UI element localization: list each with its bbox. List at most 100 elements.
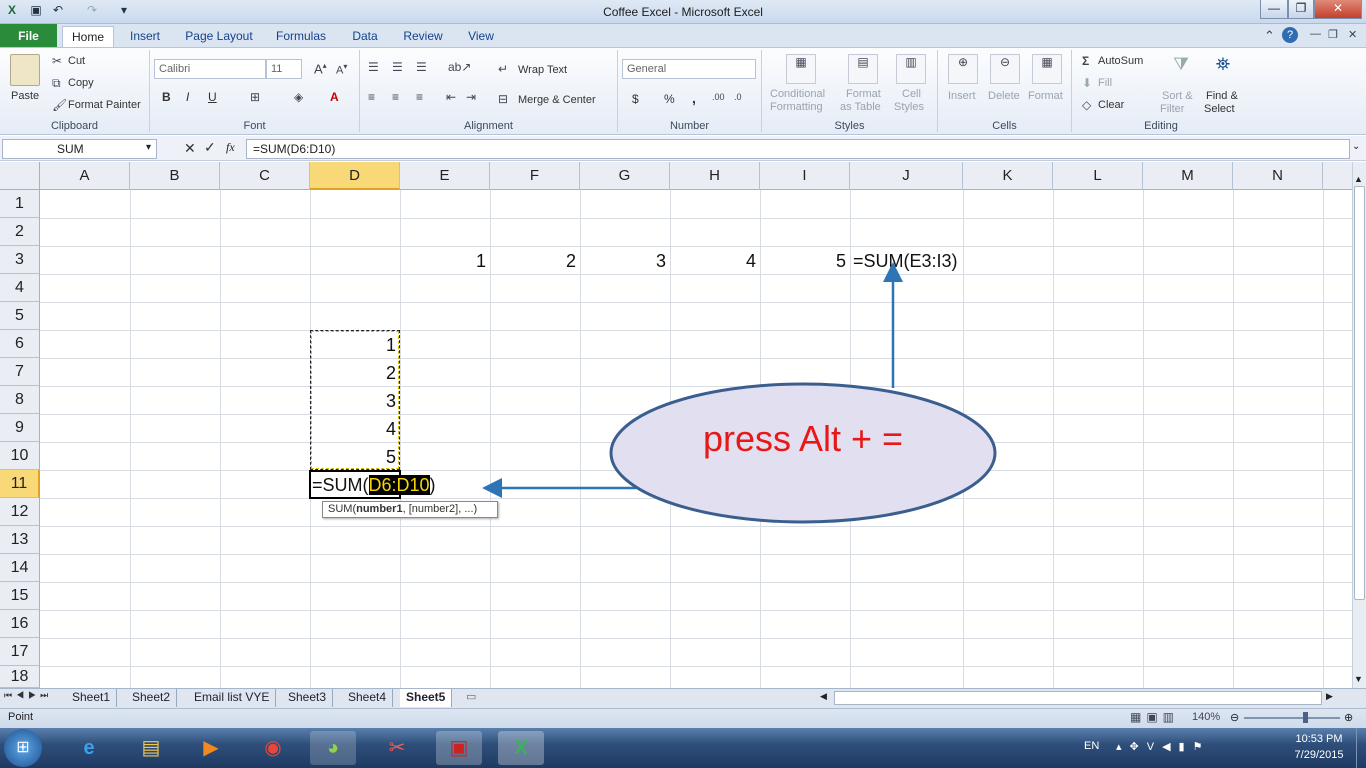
comma-button[interactable]: , — [692, 90, 696, 106]
tab-formulas[interactable]: Formulas — [268, 26, 334, 48]
row-header-active[interactable]: 11 — [0, 470, 40, 498]
wrap-text-button[interactable]: Wrap Text — [518, 64, 567, 76]
fill-color-icon[interactable]: ◈ — [294, 90, 303, 104]
increase-decimal-icon[interactable]: .00 — [712, 92, 725, 102]
row-header[interactable]: 5 — [0, 302, 40, 330]
file-tab[interactable]: File — [0, 24, 57, 48]
sort-filter-button[interactable]: Sort & — [1162, 90, 1193, 102]
row-header[interactable]: 4 — [0, 274, 40, 302]
zoom-slider-thumb[interactable] — [1303, 712, 1308, 723]
app-green-icon[interactable]: ◕ — [310, 731, 356, 765]
delete-cells-button[interactable]: Delete — [988, 90, 1020, 102]
row-header[interactable]: 1 — [0, 190, 40, 218]
tab-data[interactable]: Data — [340, 26, 390, 48]
sheet-tab-5-active[interactable]: Sheet5 — [400, 689, 453, 707]
sheet-nav-arrows-icon[interactable]: ⏮◀▶⏭ — [4, 690, 52, 701]
tray-icons[interactable]: ▴✥V◀︎▮⚑ — [1116, 740, 1210, 753]
column-header-k[interactable]: K — [963, 162, 1053, 190]
cell-j3[interactable]: =SUM(E3:I3) — [853, 247, 958, 275]
column-header-l[interactable]: L — [1053, 162, 1143, 190]
row-header[interactable]: 17 — [0, 638, 40, 666]
close-button[interactable]: ✕ — [1314, 0, 1362, 19]
column-header-e[interactable]: E — [400, 162, 490, 190]
tab-page-layout[interactable]: Page Layout — [178, 26, 260, 48]
row-header[interactable]: 2 — [0, 218, 40, 246]
formula-input[interactable]: =SUM(D6:D10) — [246, 139, 1350, 159]
column-header-d[interactable]: D — [310, 162, 400, 190]
column-header-f[interactable]: F — [490, 162, 580, 190]
cell-d9[interactable]: 4 — [310, 415, 396, 443]
excel-taskbar-icon[interactable]: X — [498, 731, 544, 765]
insert-sheet-icon[interactable]: ▭ — [466, 690, 476, 703]
column-header-a[interactable]: A — [40, 162, 130, 190]
cell-d7[interactable]: 2 — [310, 359, 396, 387]
percent-button[interactable]: % — [664, 92, 675, 106]
row-header[interactable]: 14 — [0, 554, 40, 582]
format-painter-button[interactable]: Format Painter — [68, 99, 141, 111]
decrease-decimal-icon[interactable]: .0 — [734, 92, 742, 102]
file-explorer-icon[interactable]: ▤ — [128, 731, 174, 765]
paste-button[interactable]: Paste — [11, 90, 39, 102]
decrease-indent-icon[interactable]: ⇤ — [446, 90, 456, 104]
row-header[interactable]: 8 — [0, 386, 40, 414]
font-name-combo[interactable]: Calibri — [154, 59, 266, 79]
currency-button[interactable]: $ — [632, 92, 639, 106]
cell-d6[interactable]: 1 — [310, 331, 396, 359]
row-header[interactable]: 6 — [0, 330, 40, 358]
enter-icon[interactable]: ✓ — [204, 139, 216, 156]
hscroll-left-icon[interactable]: ◀ — [820, 691, 827, 702]
align-bottom-icon[interactable]: ☰ — [416, 60, 427, 74]
restore-button[interactable]: ❐ — [1288, 0, 1314, 19]
italic-button[interactable]: I — [186, 90, 189, 104]
borders-icon[interactable]: ⊞ — [250, 90, 260, 104]
row-header[interactable]: 3 — [0, 246, 40, 274]
internet-explorer-icon[interactable]: e — [66, 731, 112, 765]
align-right-icon[interactable]: ≡ — [416, 90, 423, 104]
zoom-slider[interactable] — [1244, 717, 1340, 719]
tab-view[interactable]: View — [458, 26, 504, 48]
conditional-formatting-button[interactable]: Conditional — [770, 88, 825, 100]
app-recorder-icon[interactable]: ▣ — [436, 731, 482, 765]
zoom-out-icon[interactable]: ⊖ — [1230, 711, 1239, 724]
doc-close-icon[interactable]: ✕ — [1348, 28, 1357, 41]
scroll-up-icon[interactable]: ▲ — [1354, 174, 1363, 184]
row-header[interactable]: 9 — [0, 414, 40, 442]
row-header[interactable]: 18 — [0, 666, 40, 688]
tab-review[interactable]: Review — [396, 26, 450, 48]
zoom-in-icon[interactable]: ⊕ — [1344, 711, 1353, 724]
shrink-font-icon[interactable]: A▾ — [336, 62, 347, 77]
doc-minimize-icon[interactable]: — — [1310, 28, 1321, 40]
insert-function-button[interactable]: fx — [226, 140, 235, 155]
sheet-tab-2[interactable]: Sheet2 — [126, 689, 178, 707]
sheet-tab-email-list[interactable]: Email list VYE — [188, 689, 277, 707]
doc-restore-icon[interactable]: ❐ — [1328, 28, 1338, 41]
column-header-i[interactable]: I — [760, 162, 850, 190]
horizontal-scroll-thumb[interactable] — [834, 691, 1322, 705]
cell-d11-editor[interactable]: =SUM(D6:D10) — [312, 471, 436, 499]
bold-button[interactable]: B — [162, 90, 171, 104]
show-desktop-button[interactable] — [1356, 728, 1366, 768]
align-left-icon[interactable]: ≡ — [368, 90, 375, 104]
column-header-c[interactable]: C — [220, 162, 310, 190]
format-as-table-button[interactable]: Format — [846, 88, 881, 100]
name-box-dropdown-icon[interactable]: ▾ — [146, 142, 151, 153]
chrome-icon[interactable]: ◉ — [250, 731, 296, 765]
column-header-g[interactable]: G — [580, 162, 670, 190]
expand-formula-bar-icon[interactable]: ⌄ — [1352, 141, 1360, 152]
row-header[interactable]: 13 — [0, 526, 40, 554]
align-middle-icon[interactable]: ☰ — [392, 60, 403, 74]
clock-time[interactable]: 10:53 PM — [1284, 733, 1354, 745]
column-header-b[interactable]: B — [130, 162, 220, 190]
copy-button[interactable]: Copy — [68, 77, 94, 89]
cell-d8[interactable]: 3 — [310, 387, 396, 415]
column-header-j[interactable]: J — [850, 162, 963, 190]
scroll-down-icon[interactable]: ▼ — [1354, 674, 1363, 684]
app-snip-icon[interactable]: ✂ — [374, 731, 420, 765]
cancel-icon[interactable]: ✕ — [184, 140, 196, 157]
font-color-icon[interactable]: A — [330, 90, 339, 104]
start-button[interactable]: ⊞ — [4, 729, 42, 767]
underline-button[interactable]: U — [208, 90, 217, 104]
insert-cells-button[interactable]: Insert — [948, 90, 976, 102]
find-select-button[interactable]: Find & — [1206, 90, 1238, 102]
select-all-button[interactable] — [0, 162, 40, 190]
